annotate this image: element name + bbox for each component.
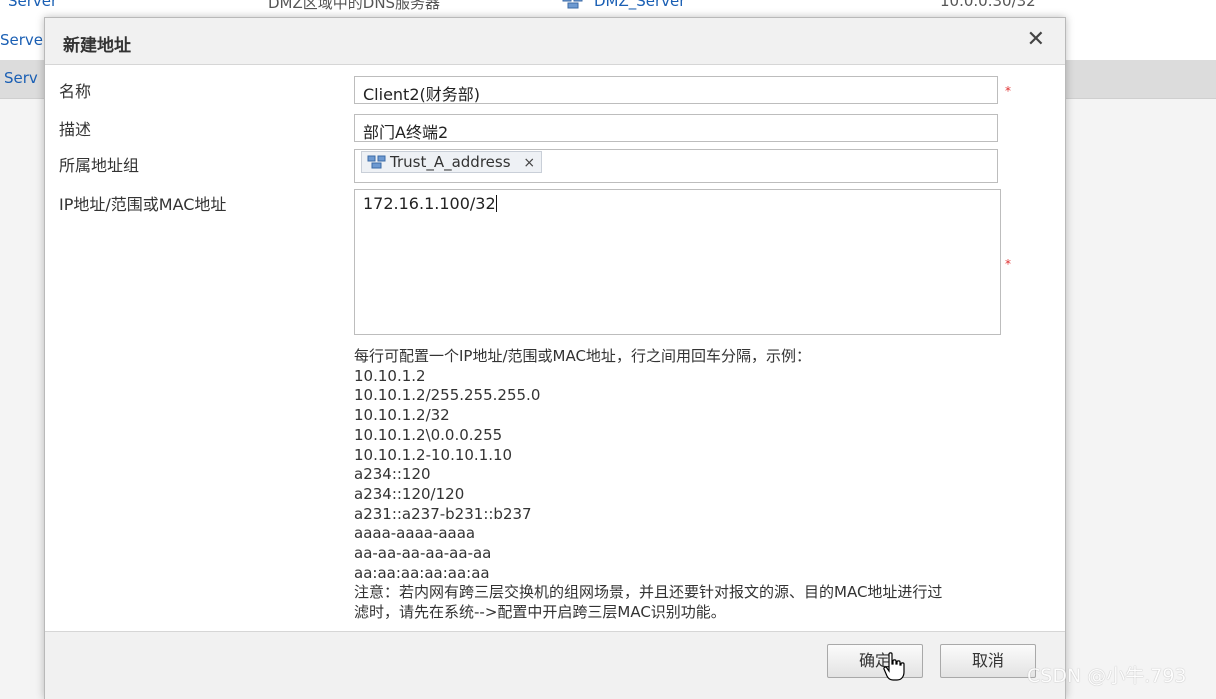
text-caret xyxy=(495,195,497,212)
ok-button[interactable]: 确定 xyxy=(827,644,923,678)
watermark: CSDN @小牛.793 xyxy=(1027,665,1187,687)
row-name[interactable]: Server xyxy=(8,0,57,10)
help-line: a231::a237-b231::b237 xyxy=(354,504,532,523)
address-label: IP地址/范围或MAC地址 xyxy=(59,195,227,214)
cancel-button[interactable]: 取消 xyxy=(940,644,1036,678)
dialog-footer: 确定 取消 xyxy=(45,631,1065,699)
help-line: 10.10.1.2/255.255.255.0 xyxy=(354,386,541,405)
row-name[interactable]: Server xyxy=(0,31,49,49)
required-mark: * xyxy=(1005,84,1011,98)
address-group-icon xyxy=(562,0,583,9)
hand-cursor-icon xyxy=(883,652,905,681)
help-line: 注意：若内网有跨三层交换机的组网场景，并且还要针对报文的源、目的MAC地址进行过 xyxy=(354,583,943,602)
help-line: a234::120/120 xyxy=(354,484,465,503)
row-address: 10.0.0.30/32 xyxy=(940,0,1036,10)
help-line: 每行可配置一个IP地址/范围或MAC地址，行之间用回车分隔，示例： xyxy=(354,347,811,365)
group-tag[interactable]: Trust_A_address × xyxy=(361,151,543,173)
description-field[interactable]: 部门A终端2 xyxy=(354,114,998,142)
row-group[interactable]: DMZ_Server xyxy=(594,0,685,10)
dialog-titlebar[interactable]: 新建地址 ✕ xyxy=(45,18,1065,65)
help-line: 10.10.1.2\0.0.0.255 xyxy=(354,425,503,444)
name-label: 名称 xyxy=(59,82,92,101)
help-line: aaaa-aaaa-aaaa xyxy=(354,524,476,543)
group-label: 所属地址组 xyxy=(59,156,140,175)
row-name[interactable]: Serv xyxy=(4,69,38,87)
dialog-title: 新建地址 xyxy=(63,36,131,56)
help-line: 滤时，请先在系统-->配置中开启跨三层MAC识别功能。 xyxy=(354,603,726,622)
help-line: a234::120 xyxy=(354,465,431,484)
address-group-icon xyxy=(367,155,386,169)
help-line: 10.10.1.2 xyxy=(354,366,426,385)
help-line: 10.10.1.2/32 xyxy=(354,406,450,425)
row-description: DMZ区域中的DNS服务器 xyxy=(268,0,441,12)
new-address-dialog: 新建地址 ✕ 名称 Client2(财务部) * 描述 部门A终端2 所属地址组… xyxy=(44,17,1066,699)
name-field[interactable]: Client2(财务部) xyxy=(354,76,998,104)
group-tag-label: Trust_A_address xyxy=(390,153,511,171)
required-mark: * xyxy=(1005,257,1011,271)
description-label: 描述 xyxy=(59,120,92,139)
help-line: aa:aa:aa:aa:aa:aa xyxy=(354,563,490,582)
help-line: aa-aa-aa-aa-aa-aa xyxy=(354,544,492,563)
help-line: 10.10.1.2-10.10.1.10 xyxy=(354,445,513,464)
address-textarea[interactable]: 172.16.1.100/32 xyxy=(354,189,1001,335)
address-value: 172.16.1.100/32 xyxy=(363,194,496,213)
close-icon[interactable]: ✕ xyxy=(1027,27,1045,52)
address-help-text: 每行可配置一个IP地址/范围或MAC地址，行之间用回车分隔，示例： 10.10.… xyxy=(354,347,942,623)
remove-tag-icon[interactable]: × xyxy=(523,155,535,171)
